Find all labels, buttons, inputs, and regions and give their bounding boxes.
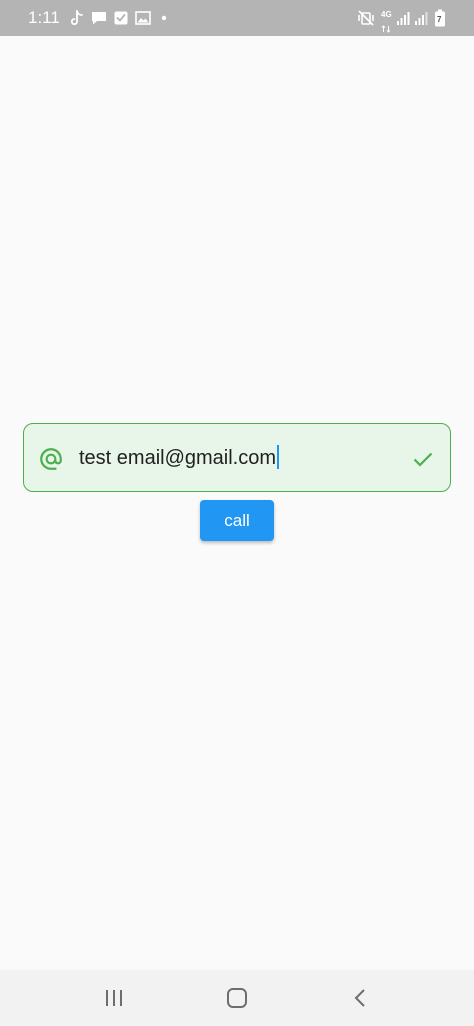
recents-icon bbox=[106, 990, 122, 1006]
signal-icon bbox=[397, 12, 410, 25]
mute-icon bbox=[358, 10, 374, 26]
check-icon bbox=[413, 452, 433, 467]
checkbox-icon bbox=[114, 11, 128, 25]
email-field[interactable]: test email@gmail.com bbox=[23, 423, 451, 492]
text-cursor bbox=[277, 445, 280, 469]
network-type-label: 4G bbox=[381, 10, 392, 19]
recents-button[interactable] bbox=[79, 970, 149, 1026]
home-icon bbox=[227, 988, 247, 1008]
battery-level-label: 7 bbox=[437, 15, 442, 24]
status-bar: 1:11 4G 7 bbox=[0, 0, 474, 36]
navigation-bar bbox=[0, 970, 474, 1026]
image-icon bbox=[135, 11, 151, 25]
tiktok-icon bbox=[70, 10, 83, 26]
dot-icon bbox=[161, 15, 167, 21]
call-button[interactable]: call bbox=[200, 500, 274, 541]
status-time: 1:11 bbox=[28, 8, 60, 27]
home-button[interactable] bbox=[202, 970, 272, 1026]
email-input-value[interactable]: test email@gmail.com bbox=[79, 445, 280, 471]
message-icon bbox=[92, 12, 106, 25]
back-icon bbox=[354, 989, 365, 1007]
back-button[interactable] bbox=[325, 970, 395, 1026]
signal-icon bbox=[415, 12, 428, 25]
data-arrows-icon bbox=[381, 25, 391, 33]
email-value-text: test email@gmail.com bbox=[79, 447, 277, 469]
at-icon bbox=[40, 448, 62, 470]
